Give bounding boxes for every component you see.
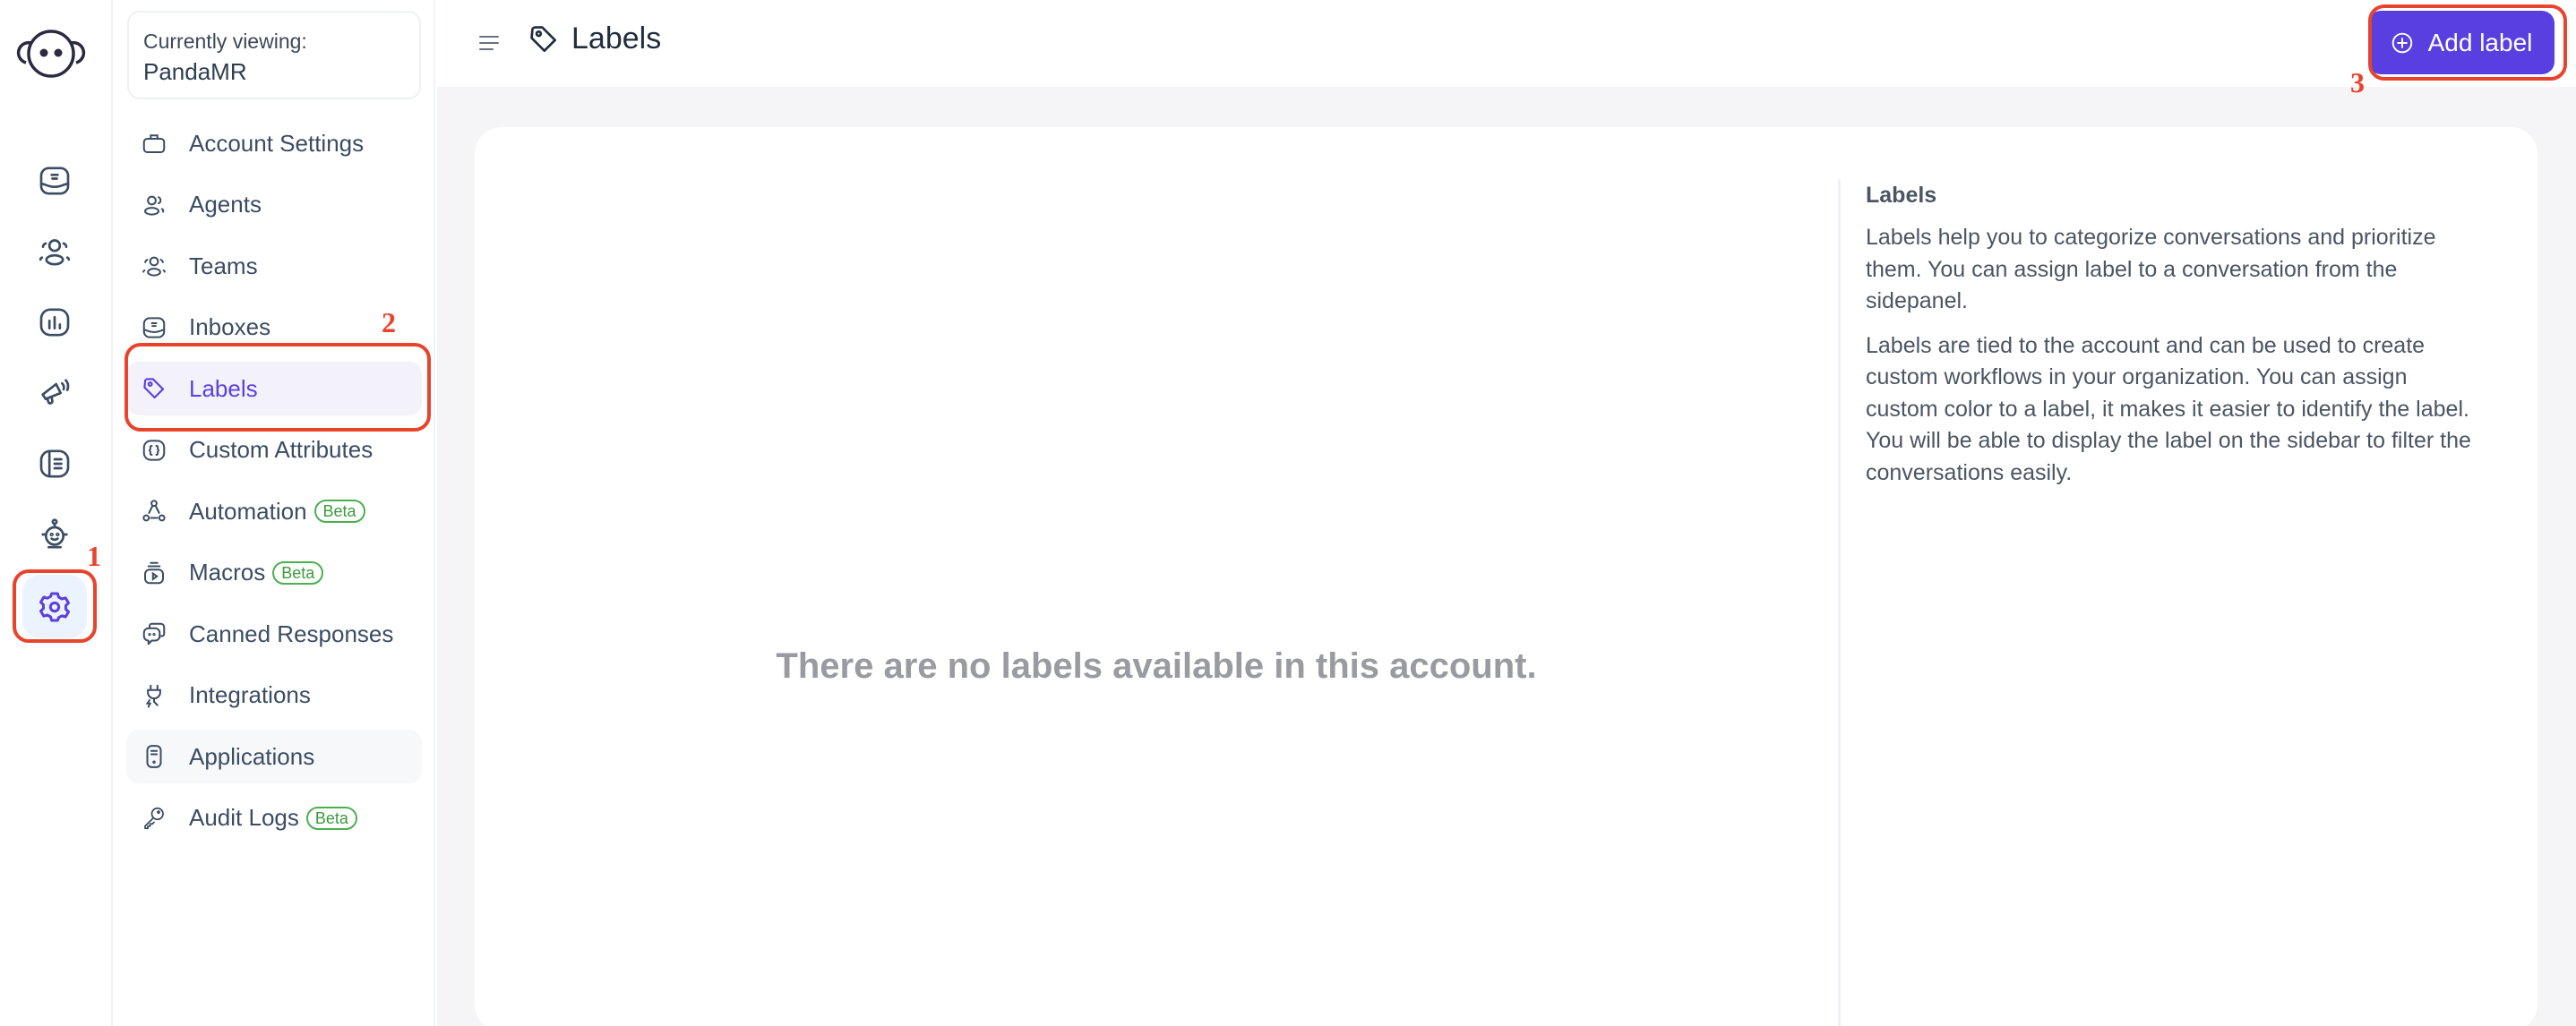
nav-conversations[interactable]: [22, 149, 87, 212]
settings-sidebar: Currently viewing: PandaMR Account Setti…: [115, 0, 435, 1026]
canned-responses-icon: [139, 619, 169, 649]
settings-item-label: Account Settings: [189, 129, 365, 157]
settings-item-label: Inboxes: [189, 313, 271, 340]
settings-item-label: Integrations: [189, 681, 311, 708]
tag-icon: [530, 25, 557, 52]
beta-badge: Beta: [305, 806, 357, 830]
labels-card: There are no labels available in this ac…: [475, 127, 2537, 1026]
nav-campaigns[interactable]: [22, 361, 87, 424]
nav-reports[interactable]: [22, 290, 87, 354]
teams-icon: [139, 251, 169, 281]
settings-item-custom-attributes[interactable]: Custom Attributes: [126, 423, 422, 477]
info-panel: Labels Labels help you to categorize con…: [1838, 179, 2537, 1026]
settings-item-teams[interactable]: Teams: [126, 239, 422, 293]
account-name: PandaMR: [143, 58, 247, 85]
settings-item-label: Automation: [189, 497, 307, 525]
briefcase-icon: [139, 128, 169, 158]
campaigns-icon: [41, 379, 70, 405]
annotation-number: 1: [87, 540, 101, 572]
settings-item-label: Audit Logs: [189, 804, 299, 831]
braces-icon: [139, 435, 169, 466]
macros-icon: [139, 558, 169, 588]
account-caption: Currently viewing:: [143, 30, 307, 53]
nav-help-center[interactable]: [22, 432, 87, 495]
page-title-text: Labels: [571, 21, 662, 56]
inbox-icon: [139, 312, 169, 343]
app-logo-icon[interactable]: [15, 23, 87, 81]
settings-item-integrations[interactable]: Integrations: [126, 669, 422, 722]
beta-badge: Beta: [272, 560, 324, 585]
reports-icon: [39, 308, 70, 336]
settings-item-label: Canned Responses: [189, 620, 394, 647]
settings-item-audit-logs[interactable]: Audit Logs Beta: [126, 791, 422, 845]
settings-item-canned-responses[interactable]: Canned Responses: [126, 607, 422, 661]
add-label-button-text: Add label: [2427, 28, 2533, 56]
contacts-icon: [39, 238, 71, 265]
settings-item-macros[interactable]: Macros Beta: [126, 546, 422, 600]
info-panel-title: Labels: [1866, 183, 1937, 208]
nav-contacts[interactable]: [22, 219, 87, 283]
info-paragraph: Labels help you to categorize conversati…: [1866, 225, 2436, 313]
annotation-number: 3: [2350, 66, 2365, 98]
settings-menu: Account Settings Agents Teams Inboxes La…: [126, 116, 422, 852]
plus-circle-icon: [2391, 32, 2412, 53]
annotation-number: 2: [382, 306, 396, 338]
hamburger-icon: [479, 36, 499, 50]
beta-badge: Beta: [313, 500, 365, 523]
info-paragraph: Labels are tied to the account and can b…: [1866, 332, 2471, 485]
tag-icon: [139, 373, 169, 404]
settings-item-inboxes[interactable]: Inboxes: [126, 301, 422, 355]
settings-item-account-settings[interactable]: Account Settings: [126, 116, 422, 170]
automation-icon: [139, 496, 169, 526]
settings-item-label: Applications: [189, 742, 315, 770]
captain-icon: [41, 517, 68, 548]
settings-item-label: Agents: [189, 191, 262, 218]
primary-sidebar: [0, 0, 113, 1026]
settings-item-automation[interactable]: Automation Beta: [126, 484, 422, 538]
settings-item-applications[interactable]: Applications: [126, 730, 422, 783]
conversations-icon: [39, 167, 70, 194]
settings-item-agents[interactable]: Agents: [126, 178, 422, 232]
page-header: Labels Add label: [437, 0, 2576, 87]
add-label-button[interactable]: Add label: [2368, 11, 2555, 74]
help-center-icon: [39, 449, 70, 477]
settings-item-label: Labels: [189, 374, 258, 402]
settings-icon: [39, 592, 70, 621]
settings-item-label: Custom Attributes: [189, 436, 374, 463]
account-switcher[interactable]: Currently viewing: PandaMR: [127, 11, 421, 99]
menu-toggle-button[interactable]: [477, 33, 501, 53]
key-icon: [139, 803, 169, 834]
settings-item-labels[interactable]: Labels: [126, 362, 422, 415]
settings-item-label: Teams: [189, 252, 258, 279]
agents-icon: [139, 190, 169, 220]
plug-icon: [139, 680, 169, 711]
page-title: Labels: [527, 21, 661, 56]
applications-icon: [139, 741, 169, 772]
nav-settings[interactable]: [22, 575, 87, 638]
empty-state-message: There are no labels available in this ac…: [776, 646, 1537, 686]
nav-captain[interactable]: [22, 502, 87, 566]
settings-item-label: Macros: [189, 559, 266, 586]
